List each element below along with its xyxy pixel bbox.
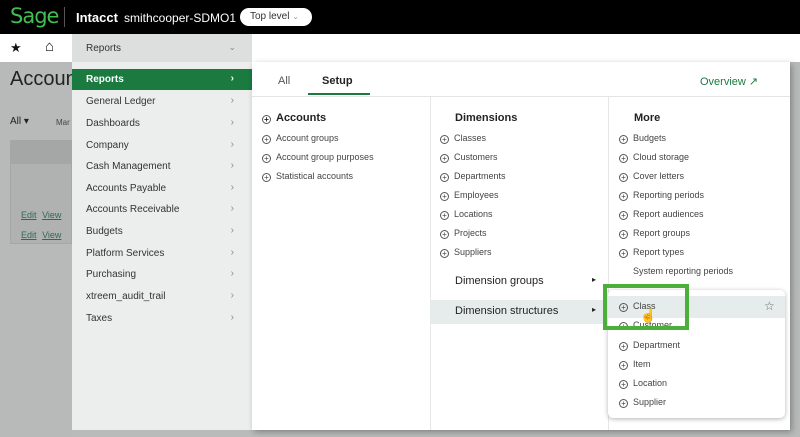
list-item[interactable]: + Budgets xyxy=(619,133,666,144)
list-item[interactable]: System reporting periods xyxy=(633,266,733,276)
home-icon[interactable]: ⌂ xyxy=(45,38,54,55)
menu-item[interactable]: xtreem_audit_trail › xyxy=(72,286,252,307)
chevron-right-icon: › xyxy=(230,160,234,171)
list-item[interactable]: + Reporting periods xyxy=(619,190,704,201)
dimensions-heading: Dimensions xyxy=(455,112,518,124)
list-item[interactable]: + Report types xyxy=(619,247,684,258)
chevron-down-icon: ⌄ xyxy=(292,12,299,21)
divider xyxy=(64,7,65,27)
chevron-right-icon: › xyxy=(230,139,234,150)
caret-right-icon: ▸ xyxy=(591,305,596,314)
chevron-right-icon: › xyxy=(230,268,234,279)
entity-label: Top level xyxy=(250,11,290,22)
submenu-item[interactable]: + Supplier xyxy=(619,397,666,408)
sage-logo[interactable]: Sage xyxy=(10,4,59,28)
list-item[interactable]: + Customers xyxy=(440,152,498,163)
column-label: Mar xyxy=(56,118,70,127)
entity-selector[interactable]: Top level ⌄ xyxy=(240,8,312,26)
chevron-right-icon: › xyxy=(230,95,234,106)
accounts-heading[interactable]: + Accounts xyxy=(262,112,326,124)
view-link[interactable]: View xyxy=(42,230,61,240)
chevron-right-icon: › xyxy=(230,225,234,236)
plus-circle-icon: + xyxy=(262,115,271,124)
view-link[interactable]: View xyxy=(42,210,61,220)
chevron-right-icon: › xyxy=(230,290,234,301)
submenu-item[interactable]: + Location xyxy=(619,378,667,389)
chevron-right-icon: › xyxy=(230,247,234,258)
menu-item[interactable]: Accounts Receivable › xyxy=(72,199,252,220)
caret-right-icon: ▸ xyxy=(591,275,596,284)
menu-item-reports[interactable]: Reports › xyxy=(72,69,252,90)
app-name: Intacct xyxy=(76,10,118,25)
tab-all[interactable]: All xyxy=(278,75,290,87)
menu-item[interactable]: Platform Services › xyxy=(72,243,252,264)
list-item[interactable]: + Account groups xyxy=(262,133,339,144)
table-row: Edit View xyxy=(21,210,61,221)
active-tab-indicator xyxy=(308,93,370,95)
list-item[interactable]: + Statistical accounts xyxy=(262,171,353,182)
submenu-item[interactable]: + Item xyxy=(619,359,651,370)
module-menu: Reports › General Ledger › Dashboards › Com… xyxy=(72,62,252,430)
list-item[interactable]: + Cover letters xyxy=(619,171,684,182)
edit-link[interactable]: Edit xyxy=(21,230,37,240)
dimension-structures-item[interactable]: Dimension structures ▸ xyxy=(430,300,606,324)
plus-circle-icon: + xyxy=(262,154,271,163)
menu-item[interactable]: Accounts Payable › xyxy=(72,178,252,199)
menu-item[interactable]: Company › xyxy=(72,135,252,156)
table-header xyxy=(10,140,72,164)
menu-item[interactable]: Budgets › xyxy=(72,221,252,242)
company-name: smithcooper-SDMO1 xyxy=(124,11,237,25)
menu-item[interactable]: Taxes › xyxy=(72,308,252,329)
page-title: Accoun xyxy=(10,68,77,90)
external-link-icon: ↗ xyxy=(748,76,759,88)
list-item[interactable]: + Departments xyxy=(440,171,506,182)
edit-link[interactable]: Edit xyxy=(21,210,37,220)
hand-cursor-icon: ☝ xyxy=(640,308,657,323)
chevron-right-icon: › xyxy=(230,117,234,128)
filter-dropdown[interactable]: All ▾ xyxy=(10,116,29,127)
favorites-star-icon[interactable]: ★ xyxy=(10,40,22,56)
top-bar: Sage Intacct smithcooper-SDMO1 Top level… xyxy=(0,0,800,34)
module-label: Reports xyxy=(86,43,122,54)
more-heading: More xyxy=(634,112,661,124)
dimension-groups-item[interactable]: Dimension groups ▸ xyxy=(430,270,606,294)
chevron-right-icon: › xyxy=(230,182,234,193)
module-dropdown[interactable]: Reports ⌄ xyxy=(72,34,252,62)
divider xyxy=(430,97,431,430)
overview-link[interactable]: Overview ↗ xyxy=(700,75,758,88)
list-item[interactable]: + Suppliers xyxy=(440,247,492,258)
submenu-item[interactable]: + Department xyxy=(619,340,680,351)
menu-item[interactable]: General Ledger › xyxy=(72,91,252,112)
list-item[interactable]: + Report groups xyxy=(619,228,690,239)
chevron-right-icon: › xyxy=(230,203,234,214)
list-item[interactable]: + Cloud storage xyxy=(619,152,689,163)
divider xyxy=(252,96,790,97)
list-item[interactable]: + Employees xyxy=(440,190,499,201)
menu-item[interactable]: Purchasing › xyxy=(72,264,252,285)
menu-item[interactable]: Dashboards › xyxy=(72,113,252,134)
tab-setup[interactable]: Setup xyxy=(322,75,353,87)
plus-circle-icon: + xyxy=(262,173,271,182)
list-item[interactable]: + Projects xyxy=(440,228,487,239)
table-row: Edit View xyxy=(21,230,61,241)
menu-item[interactable]: Cash Management › xyxy=(72,156,252,177)
plus-circle-icon: + xyxy=(262,135,271,144)
list-item[interactable]: + Report audiences xyxy=(619,209,704,220)
list-item[interactable]: + Classes xyxy=(440,133,486,144)
favorite-star-icon[interactable]: ☆ xyxy=(764,299,775,313)
chevron-right-icon: › xyxy=(230,312,234,323)
chevron-right-icon: › xyxy=(230,73,234,84)
list-item[interactable]: + Account group purposes xyxy=(262,152,374,163)
chevron-down-icon: ⌄ xyxy=(228,42,236,52)
list-item[interactable]: + Locations xyxy=(440,209,493,220)
